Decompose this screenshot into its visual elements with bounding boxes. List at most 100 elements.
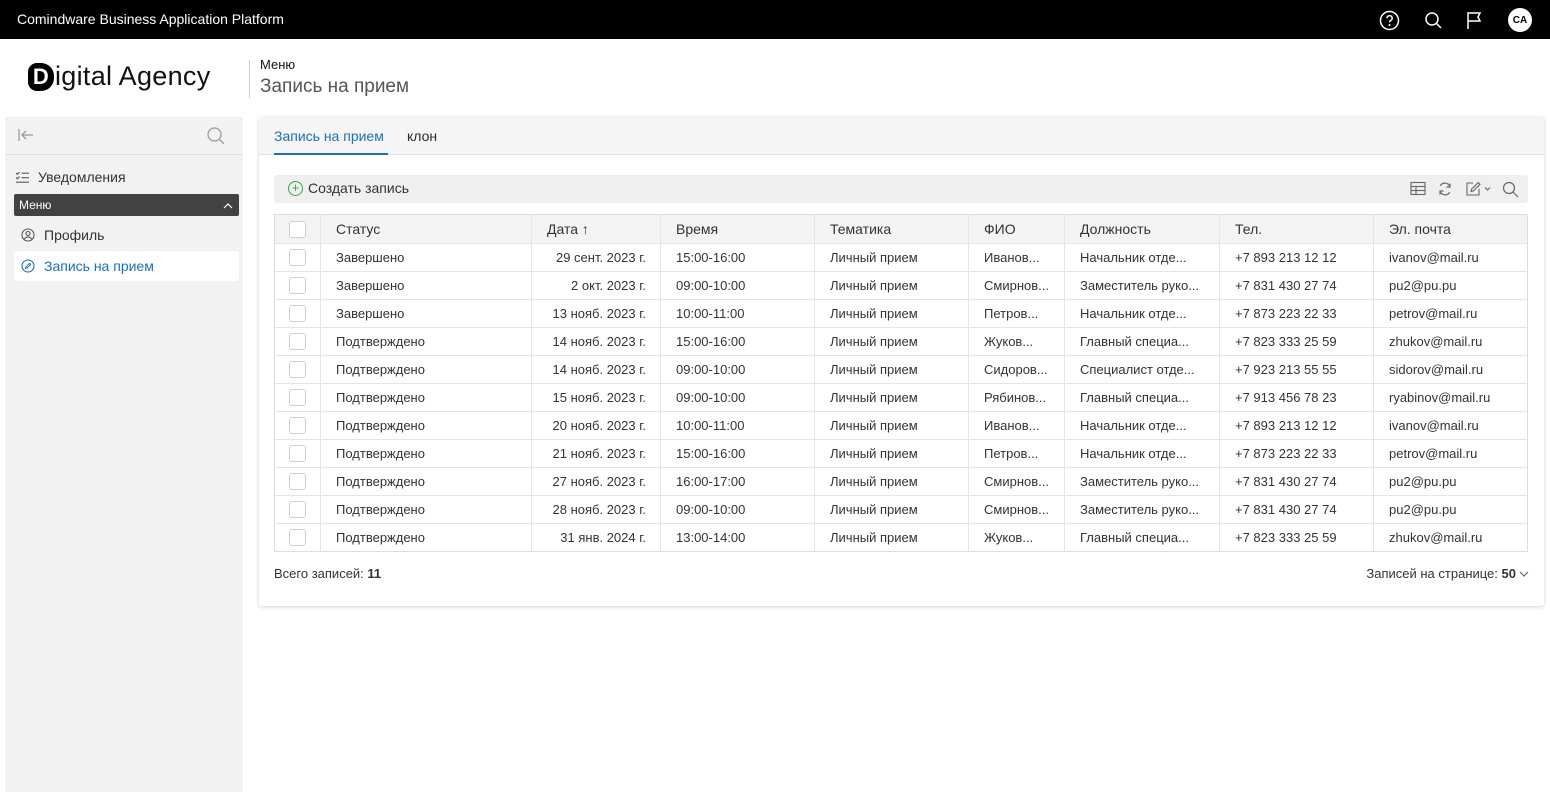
row-select-cell: [275, 524, 320, 551]
total-records-value: 11: [367, 566, 382, 581]
row-select-cell: [275, 384, 320, 411]
page-size-value: 50: [1501, 566, 1516, 581]
search-icon[interactable]: [1502, 181, 1519, 198]
logo[interactable]: D igital Agency: [28, 61, 211, 92]
column-header-status[interactable]: Статус: [320, 215, 531, 243]
column-header-phone[interactable]: Тел.: [1219, 215, 1373, 243]
row-select-cell: [275, 496, 320, 523]
topic-cell: Личный прием: [814, 384, 968, 411]
status-cell: Подтверждено: [320, 524, 531, 551]
active-tab-indicator: [274, 153, 388, 155]
name-cell: Жуков...: [968, 328, 1064, 355]
column-header-email[interactable]: Эл. почта: [1373, 215, 1527, 243]
row-checkbox[interactable]: [289, 277, 306, 294]
position-cell: Начальник отде...: [1064, 440, 1219, 467]
help-icon[interactable]: [1378, 9, 1400, 31]
tab-clone[interactable]: клон: [407, 128, 437, 144]
table-row[interactable]: Подтверждено 20 нояб. 2023 г. 10:00-11:00 Л…: [275, 411, 1527, 439]
refresh-icon[interactable]: [1437, 181, 1453, 197]
table-icon[interactable]: [1410, 181, 1426, 196]
email-cell: petrov@mail.ru: [1373, 300, 1527, 327]
avatar[interactable]: CA: [1508, 8, 1532, 32]
row-checkbox[interactable]: [289, 473, 306, 490]
total-records: Всего записей: 11: [274, 566, 381, 581]
row-checkbox[interactable]: [289, 529, 306, 546]
collapse-sidebar-icon[interactable]: [17, 127, 35, 148]
row-checkbox[interactable]: [289, 249, 306, 266]
date-cell: 20 нояб. 2023 г.: [531, 412, 660, 439]
table-row[interactable]: Завершено 2 окт. 2023 г. 09:00-10:00 Личный…: [275, 271, 1527, 299]
date-cell: 29 сент. 2023 г.: [531, 244, 660, 271]
table-row[interactable]: Подтверждено 14 нояб. 2023 г. 09:00-10:00 Л…: [275, 355, 1527, 383]
row-checkbox[interactable]: [289, 361, 306, 378]
phone-cell: +7 831 430 27 74: [1219, 468, 1373, 495]
row-checkbox[interactable]: [289, 389, 306, 406]
table-row[interactable]: Завершено 13 нояб. 2023 г. 10:00-11:00 Личн…: [275, 299, 1527, 327]
time-cell: 15:00-16:00: [660, 328, 814, 355]
sidebar-group-menu[interactable]: Меню: [14, 194, 239, 216]
edit-menu-icon[interactable]: [1465, 181, 1493, 197]
name-cell: Смирнов...: [968, 496, 1064, 523]
column-header-topic[interactable]: Тематика: [814, 215, 968, 243]
position-cell: Главный специа...: [1064, 524, 1219, 551]
create-record-button[interactable]: + Создать запись: [288, 180, 409, 196]
column-header-date[interactable]: Дата ↑: [531, 215, 660, 243]
table-row[interactable]: Подтверждено 14 нояб. 2023 г. 15:00-16:00 Л…: [275, 327, 1527, 355]
row-checkbox[interactable]: [289, 305, 306, 322]
position-cell: Специалист отде...: [1064, 356, 1219, 383]
sidebar-item-appointment[interactable]: Запись на прием: [14, 251, 239, 281]
column-header-time[interactable]: Время: [660, 215, 814, 243]
table-row[interactable]: Завершено 29 сент. 2023 г. 15:00-16:00 Личн…: [275, 243, 1527, 271]
date-cell: 15 нояб. 2023 г.: [531, 384, 660, 411]
phone-cell: +7 831 430 27 74: [1219, 272, 1373, 299]
breadcrumb[interactable]: Меню: [260, 57, 295, 72]
name-cell: Жуков...: [968, 524, 1064, 551]
search-icon[interactable]: [1422, 9, 1444, 31]
topic-cell: Личный прием: [814, 440, 968, 467]
phone-cell: +7 873 223 22 33: [1219, 300, 1373, 327]
main-panel: Запись на прием клон + Создать запись Ст…: [259, 117, 1544, 606]
sidebar-item-profile[interactable]: Профиль: [14, 220, 239, 250]
row-checkbox[interactable]: [289, 501, 306, 518]
row-checkbox[interactable]: [289, 417, 306, 434]
select-all-checkbox[interactable]: [289, 220, 306, 238]
topic-cell: Личный прием: [814, 468, 968, 495]
time-cell: 09:00-10:00: [660, 496, 814, 523]
page-size-selector[interactable]: Записей на странице: 50: [1366, 566, 1529, 581]
row-select-cell: [275, 328, 320, 355]
time-cell: 09:00-10:00: [660, 272, 814, 299]
logo-text: igital Agency: [55, 61, 211, 91]
row-checkbox[interactable]: [289, 333, 306, 350]
date-cell: 21 нояб. 2023 г.: [531, 440, 660, 467]
sidebar-search-icon[interactable]: [206, 126, 226, 151]
sidebar-toolbar: [5, 117, 243, 155]
table-row[interactable]: Подтверждено 31 янв. 2024 г. 13:00-14:00 Ли…: [275, 523, 1527, 551]
phone-cell: +7 893 213 12 12: [1219, 412, 1373, 439]
page-size-label: Записей на странице:: [1366, 566, 1498, 581]
chevron-down-icon: [1519, 566, 1529, 581]
time-cell: 09:00-10:00: [660, 356, 814, 383]
sidebar-item-notifications[interactable]: Уведомления: [6, 162, 231, 192]
table-row[interactable]: Подтверждено 15 нояб. 2023 г. 09:00-10:00 Л…: [275, 383, 1527, 411]
tab-appointment[interactable]: Запись на прием: [274, 128, 384, 144]
topic-cell: Личный прием: [814, 496, 968, 523]
phone-cell: +7 893 213 12 12: [1219, 244, 1373, 271]
email-cell: ivanov@mail.ru: [1373, 244, 1527, 271]
app-title: Comindware Business Application Platform: [17, 11, 284, 27]
time-cell: 15:00-16:00: [660, 244, 814, 271]
date-cell: 14 нояб. 2023 г.: [531, 356, 660, 383]
table-row[interactable]: Подтверждено 27 нояб. 2023 г. 16:00-17:00 Л…: [275, 467, 1527, 495]
sidebar-item-label: Профиль: [44, 227, 105, 243]
row-select-cell: [275, 300, 320, 327]
topic-cell: Личный прием: [814, 272, 968, 299]
status-cell: Подтверждено: [320, 496, 531, 523]
table-row[interactable]: Подтверждено 28 нояб. 2023 г. 09:00-10:00 Л…: [275, 495, 1527, 523]
checklist-icon: [14, 171, 30, 184]
row-checkbox[interactable]: [289, 445, 306, 462]
name-cell: Рябинов...: [968, 384, 1064, 411]
email-cell: pu2@pu.pu: [1373, 496, 1527, 523]
column-header-name[interactable]: ФИО: [968, 215, 1064, 243]
column-header-position[interactable]: Должность: [1064, 215, 1219, 243]
flag-icon[interactable]: [1463, 9, 1485, 31]
table-row[interactable]: Подтверждено 21 нояб. 2023 г. 15:00-16:00 Л…: [275, 439, 1527, 467]
